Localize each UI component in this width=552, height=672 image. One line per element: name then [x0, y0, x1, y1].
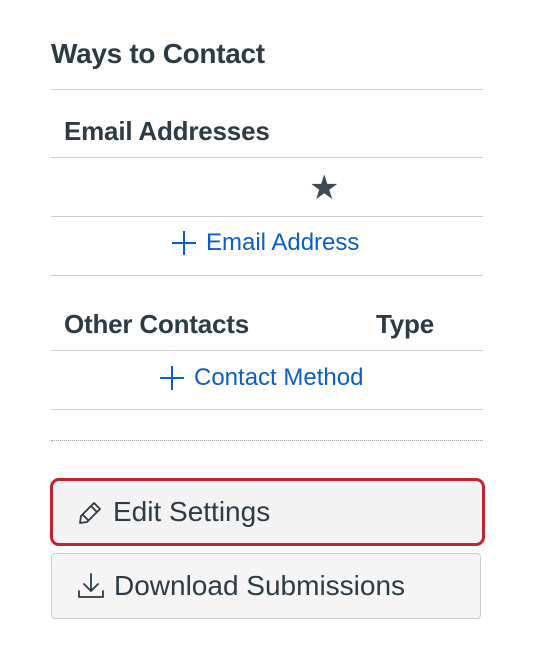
ways-to-contact-title: Ways to Contact: [51, 38, 265, 69]
edit-settings-button[interactable]: Edit Settings: [50, 478, 485, 546]
add-contact-method-label: Contact Method: [194, 364, 364, 391]
download-icon: [78, 573, 104, 598]
pencil-icon: [79, 502, 101, 524]
divider: [51, 89, 483, 90]
dotted-divider: [51, 440, 483, 441]
plus-icon: [160, 366, 184, 390]
divider: [51, 409, 483, 410]
other-contacts-header: Other Contacts: [64, 309, 250, 339]
download-submissions-button[interactable]: Download Submissions: [51, 553, 481, 619]
edit-settings-label: Edit Settings: [113, 496, 271, 527]
plus-icon: [172, 231, 196, 255]
add-contact-method-link[interactable]: Contact Method: [158, 364, 363, 392]
type-header: Type: [376, 309, 434, 339]
divider: [51, 216, 483, 217]
download-submissions-label: Download Submissions: [114, 570, 406, 601]
divider: [51, 275, 483, 276]
divider: [51, 350, 483, 351]
add-email-address-label: Email Address: [206, 229, 360, 256]
add-email-address-link[interactable]: Email Address: [170, 229, 359, 257]
star-icon: ★: [309, 169, 340, 207]
email-addresses-header: Email Addresses: [64, 116, 270, 146]
divider: [51, 157, 483, 158]
